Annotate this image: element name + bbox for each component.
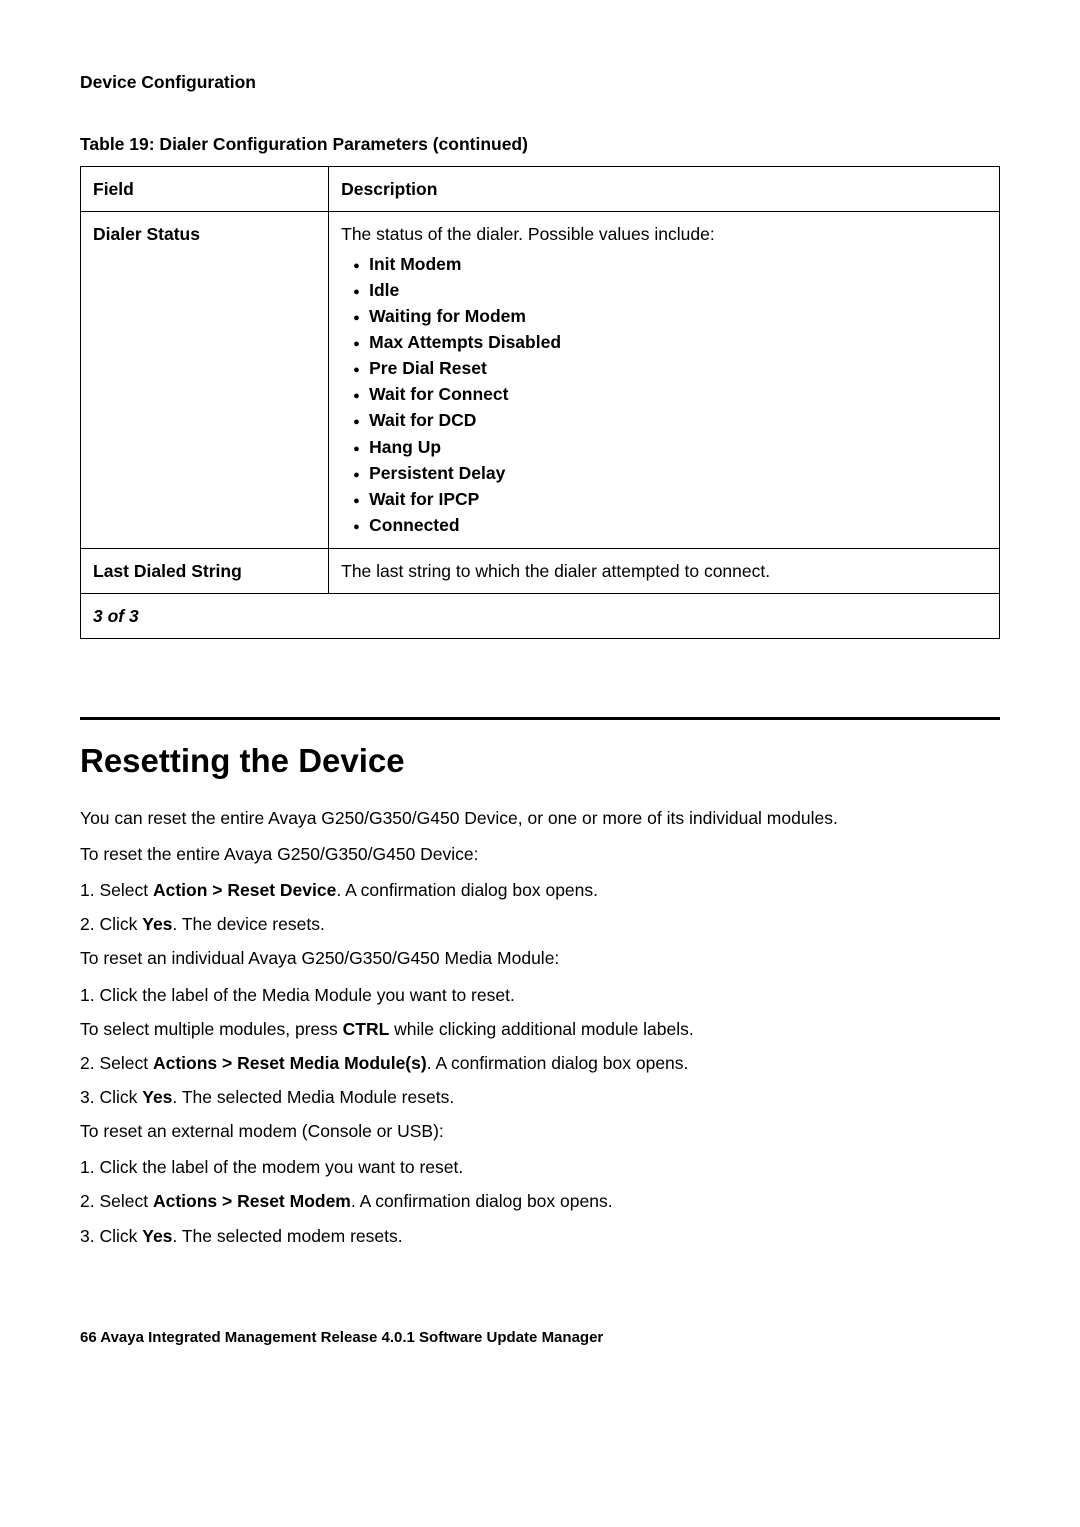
list-item: Persistent Delay	[369, 460, 987, 486]
page-footer: 66 Avaya Integrated Management Release 4…	[80, 1328, 1000, 1349]
reset-modem-heading: To reset an external modem (Console or U…	[80, 1119, 1000, 1143]
list-item: Idle	[369, 277, 987, 303]
list-item: Init Modem	[369, 251, 987, 277]
list-item: Wait for IPCP	[369, 486, 987, 512]
modem-step-1: 1. Click the label of the modem you want…	[80, 1155, 1000, 1179]
text: . The device resets.	[172, 914, 324, 934]
dialer-status-list: Init Modem Idle Waiting for Modem Max At…	[341, 251, 987, 539]
list-item: Hang Up	[369, 434, 987, 460]
table-row: Dialer Status The status of the dialer. …	[81, 212, 1000, 549]
reset-device-heading: To reset the entire Avaya G250/G350/G450…	[80, 842, 1000, 866]
text: 2. Click	[80, 914, 142, 934]
table-caption: Table 19: Dialer Configuration Parameter…	[80, 132, 1000, 156]
bold-text: Yes	[142, 1087, 172, 1107]
modem-step-3: 3. Click Yes. The selected modem resets.	[80, 1224, 1000, 1248]
bold-text: Actions > Reset Media Module(s)	[153, 1053, 427, 1073]
section-rule	[80, 717, 1000, 720]
list-item: Pre Dial Reset	[369, 355, 987, 381]
text: . A confirmation dialog box opens.	[351, 1191, 613, 1211]
table-pager-row: 3 of 3	[81, 594, 1000, 639]
modem-step-2: 2. Select Actions > Reset Modem. A confi…	[80, 1189, 1000, 1213]
text: 2. Select	[80, 1191, 153, 1211]
table-row: Last Dialed String The last string to wh…	[81, 549, 1000, 594]
bold-text: Action > Reset Device	[153, 880, 336, 900]
field-dialer-status: Dialer Status	[81, 212, 329, 549]
text: 3. Click	[80, 1087, 142, 1107]
bold-text: CTRL	[343, 1019, 390, 1039]
text: . A confirmation dialog box opens.	[427, 1053, 689, 1073]
bold-text: Actions > Reset Modem	[153, 1191, 351, 1211]
bold-text: Yes	[142, 1226, 172, 1246]
text: To select multiple modules, press	[80, 1019, 343, 1039]
text: 2. Select	[80, 1053, 153, 1073]
page-title: Resetting the Device	[80, 738, 1000, 784]
device-step-1: 1. Select Action > Reset Device. A confi…	[80, 878, 1000, 902]
col-field: Field	[81, 167, 329, 212]
device-step-2: 2. Click Yes. The device resets.	[80, 912, 1000, 936]
text: 3. Click	[80, 1226, 142, 1246]
module-step-3: 3. Click Yes. The selected Media Module …	[80, 1085, 1000, 1109]
table-pager: 3 of 3	[81, 594, 1000, 639]
dialer-status-intro: The status of the dialer. Possible value…	[341, 224, 715, 244]
list-item: Connected	[369, 512, 987, 538]
list-item: Wait for DCD	[369, 407, 987, 433]
col-description: Description	[329, 167, 1000, 212]
module-substep: To select multiple modules, press CTRL w…	[80, 1017, 1000, 1041]
desc-last-dialed: The last string to which the dialer atte…	[329, 549, 1000, 594]
module-step-2: 2. Select Actions > Reset Media Module(s…	[80, 1051, 1000, 1075]
list-item: Max Attempts Disabled	[369, 329, 987, 355]
list-item: Wait for Connect	[369, 381, 987, 407]
intro-paragraph: You can reset the entire Avaya G250/G350…	[80, 806, 1000, 830]
desc-dialer-status: The status of the dialer. Possible value…	[329, 212, 1000, 549]
module-step-1: 1. Click the label of the Media Module y…	[80, 983, 1000, 1007]
text: while clicking additional module labels.	[389, 1019, 693, 1039]
text: . A confirmation dialog box opens.	[336, 880, 598, 900]
section-header: Device Configuration	[80, 70, 1000, 94]
table-header-row: Field Description	[81, 167, 1000, 212]
text: . The selected modem resets.	[172, 1226, 402, 1246]
list-item: Waiting for Modem	[369, 303, 987, 329]
config-table: Field Description Dialer Status The stat…	[80, 166, 1000, 639]
reset-module-heading: To reset an individual Avaya G250/G350/G…	[80, 946, 1000, 970]
text: 1. Select	[80, 880, 153, 900]
field-last-dialed: Last Dialed String	[81, 549, 329, 594]
bold-text: Yes	[142, 914, 172, 934]
text: . The selected Media Module resets.	[172, 1087, 454, 1107]
